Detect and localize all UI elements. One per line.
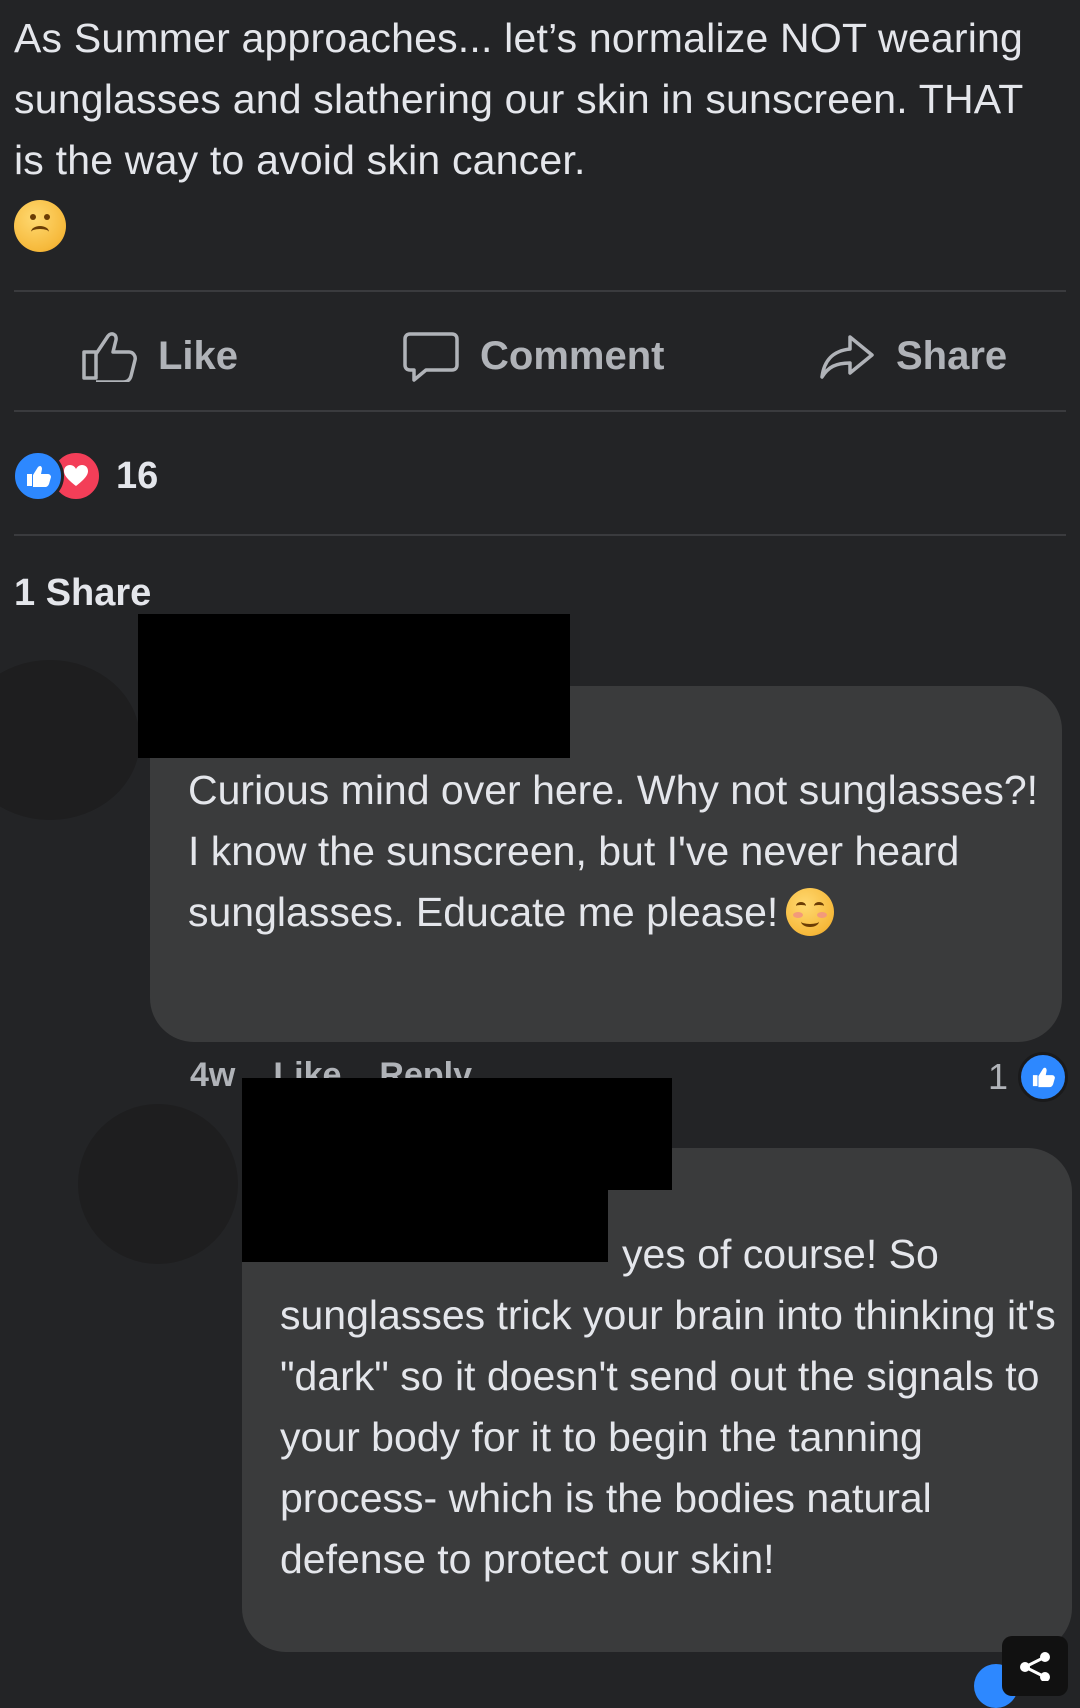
reply-body: yes of course! So sunglasses trick your … bbox=[280, 1231, 1056, 1582]
reply-text: yes of course! So sunglasses trick your … bbox=[280, 1224, 1060, 1590]
like-reaction-icon bbox=[1018, 1052, 1068, 1102]
post-action-bar: Like Comment Share bbox=[0, 292, 1080, 418]
share-arrow-icon bbox=[820, 335, 874, 379]
thumbs-up-icon bbox=[82, 332, 137, 382]
smiling-face-icon bbox=[786, 888, 835, 936]
reactions-summary[interactable]: 16 bbox=[12, 450, 159, 502]
comment-bubble-icon bbox=[403, 332, 459, 382]
like-reaction-icon bbox=[12, 450, 64, 502]
share-icon[interactable] bbox=[1002, 1636, 1068, 1696]
reaction-count: 16 bbox=[116, 454, 159, 497]
redacted-author-name bbox=[242, 1078, 672, 1190]
post-text: As Summer approaches... let’s normalize … bbox=[14, 15, 1024, 183]
share-button[interactable]: Share bbox=[818, 332, 1007, 380]
comment-label: Comment bbox=[480, 333, 665, 378]
comment-time: 4w bbox=[190, 1056, 236, 1094]
share-count[interactable]: 1 Share bbox=[14, 572, 151, 615]
comment-like-number: 1 bbox=[987, 1056, 1008, 1097]
reply-avatar[interactable] bbox=[78, 1104, 238, 1264]
like-label: Like bbox=[158, 333, 239, 378]
comment-like-count[interactable]: 1 bbox=[988, 1052, 1068, 1102]
comment-avatar[interactable] bbox=[0, 660, 140, 820]
divider-actions bbox=[14, 410, 1066, 412]
upside-down-face-icon bbox=[14, 200, 66, 252]
like-button[interactable]: Like bbox=[80, 332, 239, 382]
share-label: Share bbox=[896, 333, 1008, 378]
divider-reactions bbox=[14, 534, 1066, 536]
comment-button[interactable]: Comment bbox=[402, 332, 665, 382]
comment-text: Curious mind over here. Why not sunglass… bbox=[188, 760, 1048, 943]
comment-body: Curious mind over here. Why not sunglass… bbox=[188, 767, 1039, 935]
redacted-author-name bbox=[138, 614, 570, 758]
